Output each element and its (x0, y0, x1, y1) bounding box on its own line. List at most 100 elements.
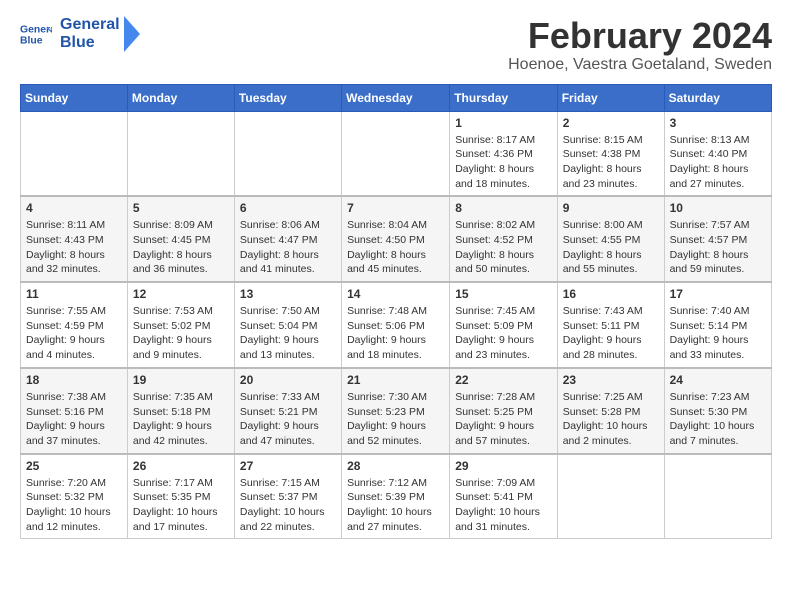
logo-blue: Blue (60, 34, 120, 52)
day-info: Sunset: 4:50 PM (347, 233, 444, 248)
day-info: Sunrise: 8:11 AM (26, 218, 122, 233)
calendar-cell: 4 Sunrise: 8:11 AMSunset: 4:43 PMDaylight… (21, 196, 128, 282)
day-number: 7 (347, 201, 444, 215)
day-info: Daylight: 10 hours (347, 505, 444, 520)
day-number: 1 (455, 116, 551, 130)
day-info: Sunset: 5:25 PM (455, 405, 551, 420)
logo-general: General (60, 16, 120, 34)
day-info: Sunrise: 7:25 AM (563, 390, 659, 405)
calendar-cell: 8Sunrise: 8:02 AMSunset: 4:52 PMDaylight… (450, 196, 557, 282)
day-info: Sunrise: 8:02 AM (455, 218, 551, 233)
day-info: Daylight: 9 hours (670, 333, 766, 348)
day-number: 27 (240, 459, 336, 473)
day-info: Sunrise: 7:43 AM (563, 304, 659, 319)
calendar-cell: 18Sunrise: 7:38 AMSunset: 5:16 PMDayligh… (21, 368, 128, 454)
calendar-cell (557, 454, 664, 539)
day-info: and 18 minutes. (455, 177, 551, 192)
calendar-cell: 11Sunrise: 7:55 AMSunset: 4:59 PMDayligh… (21, 282, 128, 368)
day-info: Sunrise: 7:30 AM (347, 390, 444, 405)
day-info: and 32 minutes. (26, 262, 122, 277)
day-info: Daylight: 9 hours (347, 419, 444, 434)
sub-title: Hoenoe, Vaestra Goetaland, Sweden (508, 56, 772, 74)
day-info: Sunrise: 7:53 AM (133, 304, 229, 319)
day-info: Sunrise: 7:35 AM (133, 390, 229, 405)
day-info: and 7 minutes. (670, 434, 766, 449)
calendar-cell: 2Sunrise: 8:15 AMSunset: 4:38 PMDaylight… (557, 111, 664, 196)
day-number: 5 (133, 201, 229, 215)
day-info: Daylight: 8 hours (133, 248, 229, 263)
calendar-cell: 5Sunrise: 8:09 AMSunset: 4:45 PMDaylight… (127, 196, 234, 282)
svg-text:Blue: Blue (20, 36, 43, 47)
day-info: and 27 minutes. (347, 520, 444, 535)
calendar-cell (234, 111, 341, 196)
day-info: and 18 minutes. (347, 348, 444, 363)
day-info: Sunset: 4:59 PM (26, 319, 122, 334)
day-info: Sunset: 4:36 PM (455, 147, 551, 162)
day-info: Sunset: 5:04 PM (240, 319, 336, 334)
day-number: 14 (347, 287, 444, 301)
day-info: Daylight: 10 hours (240, 505, 336, 520)
day-info: Sunset: 5:02 PM (133, 319, 229, 334)
day-number: 10 (670, 201, 766, 215)
day-info: Sunset: 4:47 PM (240, 233, 336, 248)
day-info: Sunset: 5:21 PM (240, 405, 336, 420)
day-info: and 59 minutes. (670, 262, 766, 277)
week-row-4: 18Sunrise: 7:38 AMSunset: 5:16 PMDayligh… (21, 368, 772, 454)
day-info: and 55 minutes. (563, 262, 659, 277)
day-info: Sunset: 5:11 PM (563, 319, 659, 334)
calendar-cell: 27Sunrise: 7:15 AMSunset: 5:37 PMDayligh… (234, 454, 341, 539)
day-info: Daylight: 9 hours (133, 333, 229, 348)
day-info: Daylight: 8 hours (26, 248, 122, 263)
day-info: Sunset: 5:35 PM (133, 490, 229, 505)
day-info: Sunrise: 8:17 AM (455, 133, 551, 148)
day-number: 17 (670, 287, 766, 301)
day-info: and 45 minutes. (347, 262, 444, 277)
day-number: 9 (563, 201, 659, 215)
calendar-cell: 23Sunrise: 7:25 AMSunset: 5:28 PMDayligh… (557, 368, 664, 454)
calendar-cell: 1Sunrise: 8:17 AMSunset: 4:36 PMDaylight… (450, 111, 557, 196)
day-info: Sunset: 5:37 PM (240, 490, 336, 505)
day-number: 13 (240, 287, 336, 301)
day-info: Sunrise: 7:45 AM (455, 304, 551, 319)
day-info: and 13 minutes. (240, 348, 336, 363)
day-info: Daylight: 8 hours (563, 162, 659, 177)
calendar-cell: 12 Sunrise: 7:53 AMSunset: 5:02 PMDayligh… (127, 282, 234, 368)
day-number: 24 (670, 373, 766, 387)
day-number: 12 (133, 287, 229, 301)
calendar-cell: 28Sunrise: 7:12 AMSunset: 5:39 PMDayligh… (342, 454, 450, 539)
weekday-header-sunday: Sunday (21, 84, 128, 111)
weekday-header-friday: Friday (557, 84, 664, 111)
day-info: and 52 minutes. (347, 434, 444, 449)
day-info: Sunset: 5:06 PM (347, 319, 444, 334)
calendar-cell: 9Sunrise: 8:00 AMSunset: 4:55 PMDaylight… (557, 196, 664, 282)
day-info: Sunrise: 7:38 AM (26, 390, 122, 405)
day-info: and 37 minutes. (26, 434, 122, 449)
weekday-header-thursday: Thursday (450, 84, 557, 111)
day-info: Sunset: 4:43 PM (26, 233, 122, 248)
day-info: and 47 minutes. (240, 434, 336, 449)
day-info: and 23 minutes. (563, 177, 659, 192)
weekday-header-wednesday: Wednesday (342, 84, 450, 111)
calendar-cell (664, 454, 771, 539)
day-info: and 4 minutes. (26, 348, 122, 363)
day-number: 15 (455, 287, 551, 301)
day-info: and 17 minutes. (133, 520, 229, 535)
day-number: 3 (670, 116, 766, 130)
day-info: Sunset: 4:52 PM (455, 233, 551, 248)
calendar-cell: 14Sunrise: 7:48 AMSunset: 5:06 PMDayligh… (342, 282, 450, 368)
day-info: and 31 minutes. (455, 520, 551, 535)
day-info: and 2 minutes. (563, 434, 659, 449)
day-info: and 23 minutes. (455, 348, 551, 363)
day-info: Daylight: 10 hours (26, 505, 122, 520)
week-row-1: 1 Sunrise: 8:17 AMSunset: 4:36 PM Daylight… (21, 111, 772, 196)
day-info: Daylight: 9 hours (133, 419, 229, 434)
calendar-cell: 25Sunrise: 7:20 AMSunset: 5:32 PMDayligh… (21, 454, 128, 539)
header: General Blue General Blue February 2024 … (20, 16, 772, 74)
weekday-header-saturday: Saturday (664, 84, 771, 111)
day-number: 26 (133, 459, 229, 473)
day-number: 4 (26, 201, 122, 215)
day-info: Sunrise: 7:17 AM (133, 476, 229, 491)
day-number: 28 (347, 459, 444, 473)
calendar-cell: 19Sunrise: 7:35 AMSunset: 5:18 PMDayligh… (127, 368, 234, 454)
calendar-cell: 6Sunrise: 8:06 AMSunset: 4:47 PMDaylight… (234, 196, 341, 282)
